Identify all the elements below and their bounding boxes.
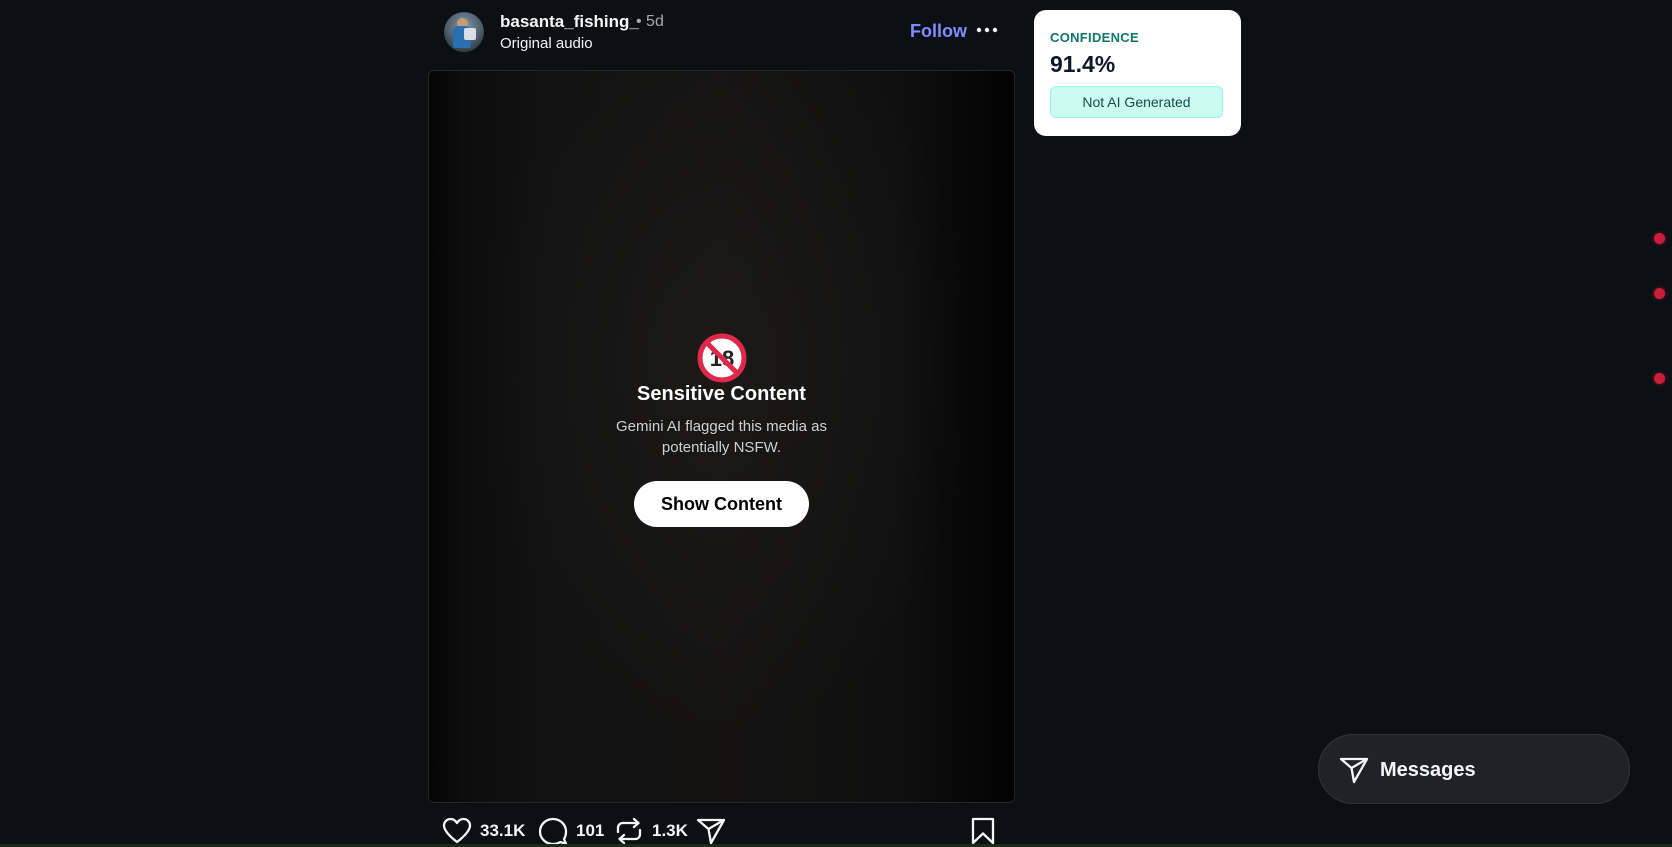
show-content-button[interactable]: Show Content <box>634 481 809 527</box>
username-link[interactable]: basanta_fishing_ <box>500 12 639 32</box>
messages-button[interactable]: Messages <box>1318 734 1630 804</box>
sensitive-title: Sensitive Content <box>637 383 806 405</box>
audio-link[interactable]: Original audio <box>500 35 593 52</box>
post-header: basanta_fishing_ • 5d Original audio Fol… <box>428 8 1008 58</box>
confidence-value: 91.4% <box>1050 51 1116 77</box>
page: basanta_fishing_ • 5d Original audio Fol… <box>0 0 1672 847</box>
repost-icon <box>614 817 644 845</box>
avatar-fish <box>464 28 476 40</box>
comment-count: 101 <box>576 821 605 840</box>
avatar[interactable] <box>444 12 484 52</box>
heart-icon <box>442 817 472 845</box>
notification-dot <box>1654 233 1665 244</box>
repost-count: 1.3K <box>652 821 688 840</box>
like-button[interactable]: 33.1K <box>442 817 525 845</box>
sensitive-description: Gemini AI flagged this media as potentia… <box>616 418 827 456</box>
confidence-card: CONFIDENCE 91.4% Not AI Generated <box>1034 10 1241 136</box>
repost-button[interactable]: 1.3K <box>614 817 688 845</box>
sensitive-content-overlay: 18 Sensitive Content Gemini AI flagged t… <box>429 71 1014 802</box>
send-icon <box>696 817 726 845</box>
messages-label: Messages <box>1380 759 1476 781</box>
send-icon <box>1339 756 1369 789</box>
confidence-label: CONFIDENCE <box>1050 30 1139 45</box>
save-button[interactable] <box>970 817 996 845</box>
like-count: 33.1K <box>480 821 526 840</box>
media-container: 18 Sensitive Content Gemini AI flagged t… <box>428 70 1015 803</box>
notification-dot <box>1654 373 1665 384</box>
more-options-icon[interactable] <box>976 20 998 40</box>
follow-button[interactable]: Follow <box>910 21 967 42</box>
comment-button[interactable]: 101 <box>538 817 604 845</box>
share-button[interactable] <box>696 817 726 845</box>
no-under-18-icon: 18 <box>697 333 747 383</box>
post-time: • 5d <box>636 13 664 30</box>
action-bar: 33.1K 101 1.3K <box>428 815 1013 847</box>
notification-dot <box>1654 288 1665 299</box>
comment-icon <box>538 817 568 845</box>
bookmark-icon <box>970 817 996 845</box>
verdict-badge: Not AI Generated <box>1050 86 1223 118</box>
